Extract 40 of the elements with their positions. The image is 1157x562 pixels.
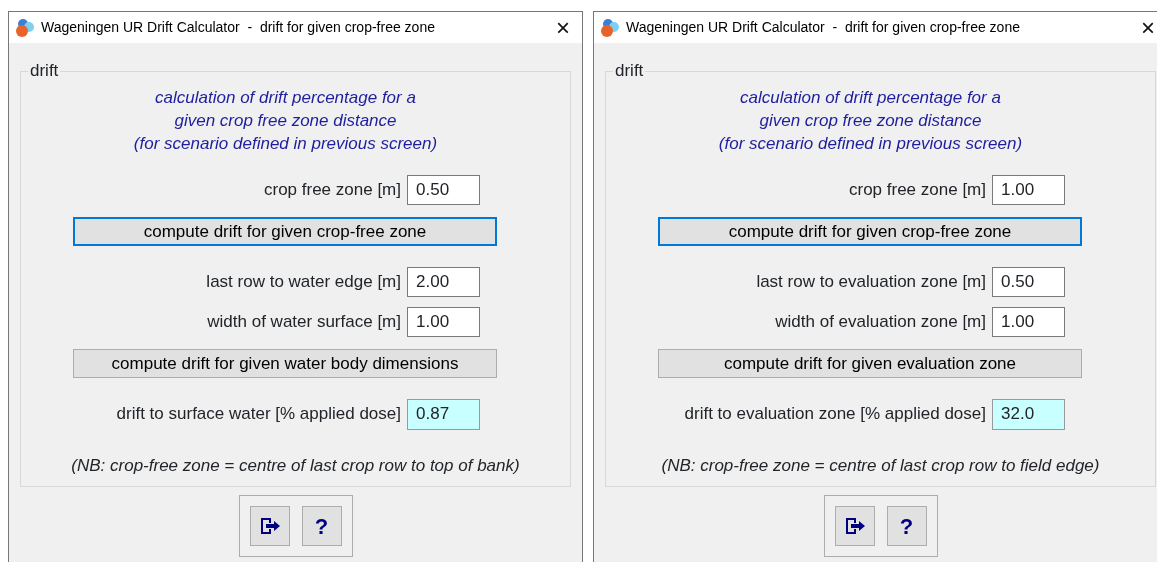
field-label: drift to evaluation zone [% applied dose] [683, 403, 986, 426]
intro-text: given crop free zone distance [758, 110, 983, 132]
window-title: Wageningen UR Drift Calculator - drift for given crop-free zone [626, 18, 1021, 37]
compute-button[interactable]: compute drift for given water body dimensions [73, 349, 497, 378]
note-text: (NB: crop-free zone = centre of last crop row to top of bank) [70, 455, 521, 477]
app-logo-icon [15, 17, 35, 38]
field-label: width of evaluation zone [m] [774, 311, 986, 334]
exit-button[interactable] [834, 506, 875, 546]
field-label: drift to surface water [% applied dose] [115, 403, 401, 426]
close-button[interactable]: × [550, 15, 576, 40]
intro-text: (for scenario defined in previous screen) [717, 133, 1024, 155]
input-field[interactable]: 0.50 [407, 175, 480, 205]
exit-icon [258, 516, 281, 536]
exit-icon [843, 516, 866, 536]
close-button[interactable]: × [1135, 15, 1157, 40]
help-button[interactable]: ? [886, 506, 927, 546]
window-title: Wageningen UR Drift Calculator - drift for given crop-free zone [41, 18, 436, 37]
input-field[interactable]: 0.50 [992, 267, 1065, 297]
intro-text: given crop free zone distance [173, 110, 398, 132]
intro-text: calculation of drift percentage for a [154, 87, 417, 109]
intro-text: calculation of drift percentage for a [739, 87, 1002, 109]
app-logo-icon [600, 17, 620, 38]
intro-text: (for scenario defined in previous screen) [132, 133, 439, 155]
compute-button[interactable]: compute drift for given crop-free zone [73, 217, 497, 246]
field-label: crop free zone [m] [263, 179, 401, 202]
result-field: 0.87 [407, 398, 480, 430]
field-label: width of water surface [m] [206, 311, 401, 334]
input-field[interactable]: 2.00 [407, 267, 480, 297]
compute-button[interactable]: compute drift for given crop-free zone [658, 217, 1082, 246]
note-text: (NB: crop-free zone = centre of last crop row to field edge) [660, 455, 1101, 477]
field-label: last row to water edge [m] [205, 271, 401, 294]
compute-button[interactable]: compute drift for given evaluation zone [658, 349, 1082, 378]
help-button[interactable]: ? [301, 506, 342, 546]
result-field: 32.0 [992, 398, 1065, 430]
exit-button[interactable] [249, 506, 290, 546]
input-field[interactable]: 1.00 [407, 307, 480, 337]
field-label: crop free zone [m] [848, 179, 986, 202]
input-field[interactable]: 1.00 [992, 307, 1065, 337]
field-label: last row to evaluation zone [m] [755, 271, 986, 294]
input-field[interactable]: 1.00 [992, 175, 1065, 205]
